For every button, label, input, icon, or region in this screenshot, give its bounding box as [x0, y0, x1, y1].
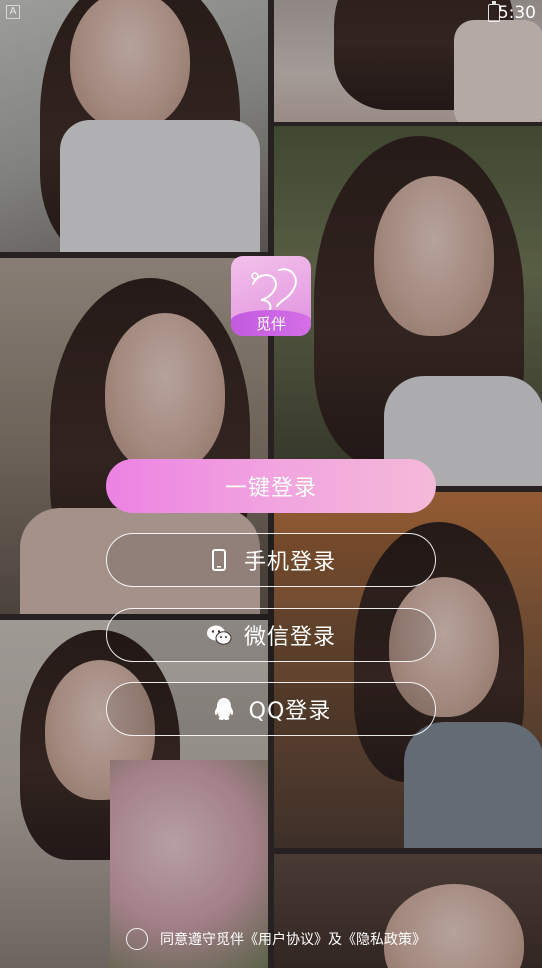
logo-text: 觅伴 — [231, 310, 311, 336]
agreement-checkbox[interactable] — [126, 928, 148, 950]
status-bar: A 5:30 — [0, 0, 542, 26]
one-click-login-label: 一键登录 — [224, 476, 317, 501]
phone-login-button[interactable]: 手机登录 — [106, 533, 436, 587]
qq-icon — [211, 696, 237, 722]
login-screen: A 5:30 觅伴 一键登录 手机登录 微信登录 QQ登录 同意遵守觅伴《用户协… — [0, 0, 542, 968]
wechat-icon — [206, 622, 232, 648]
status-badge: A — [6, 5, 20, 19]
one-click-login-button[interactable]: 一键登录 — [106, 459, 436, 513]
phone-icon — [206, 547, 232, 573]
phone-login-label: 手机登录 — [243, 550, 336, 575]
wechat-login-label: 微信登录 — [243, 625, 336, 650]
app-logo: 觅伴 — [231, 256, 311, 336]
status-time: 5:30 — [497, 3, 536, 23]
qq-login-button[interactable]: QQ登录 — [106, 682, 436, 736]
qq-login-label: QQ登录 — [248, 699, 332, 724]
agreement-text[interactable]: 同意遵守觅伴《用户协议》及《隐私政策》 — [160, 929, 426, 949]
wechat-login-button[interactable]: 微信登录 — [106, 608, 436, 662]
agreement-row: 同意遵守觅伴《用户协议》及《隐私政策》 — [126, 926, 426, 952]
